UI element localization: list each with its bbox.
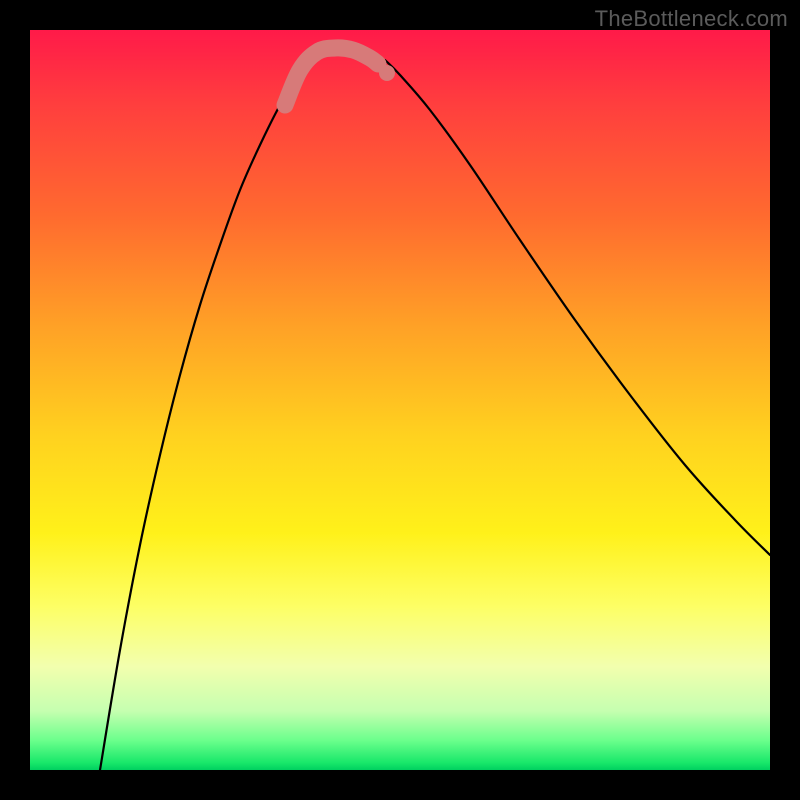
watermark: TheBottleneck.com	[595, 6, 788, 32]
right-shoulder-dot	[379, 65, 395, 81]
left-curve	[100, 59, 315, 770]
chart-svg	[30, 30, 770, 770]
chart-stage: TheBottleneck.com	[0, 0, 800, 800]
optimum-basin	[285, 48, 378, 105]
plot-area	[30, 30, 770, 770]
right-curve	[385, 60, 770, 555]
